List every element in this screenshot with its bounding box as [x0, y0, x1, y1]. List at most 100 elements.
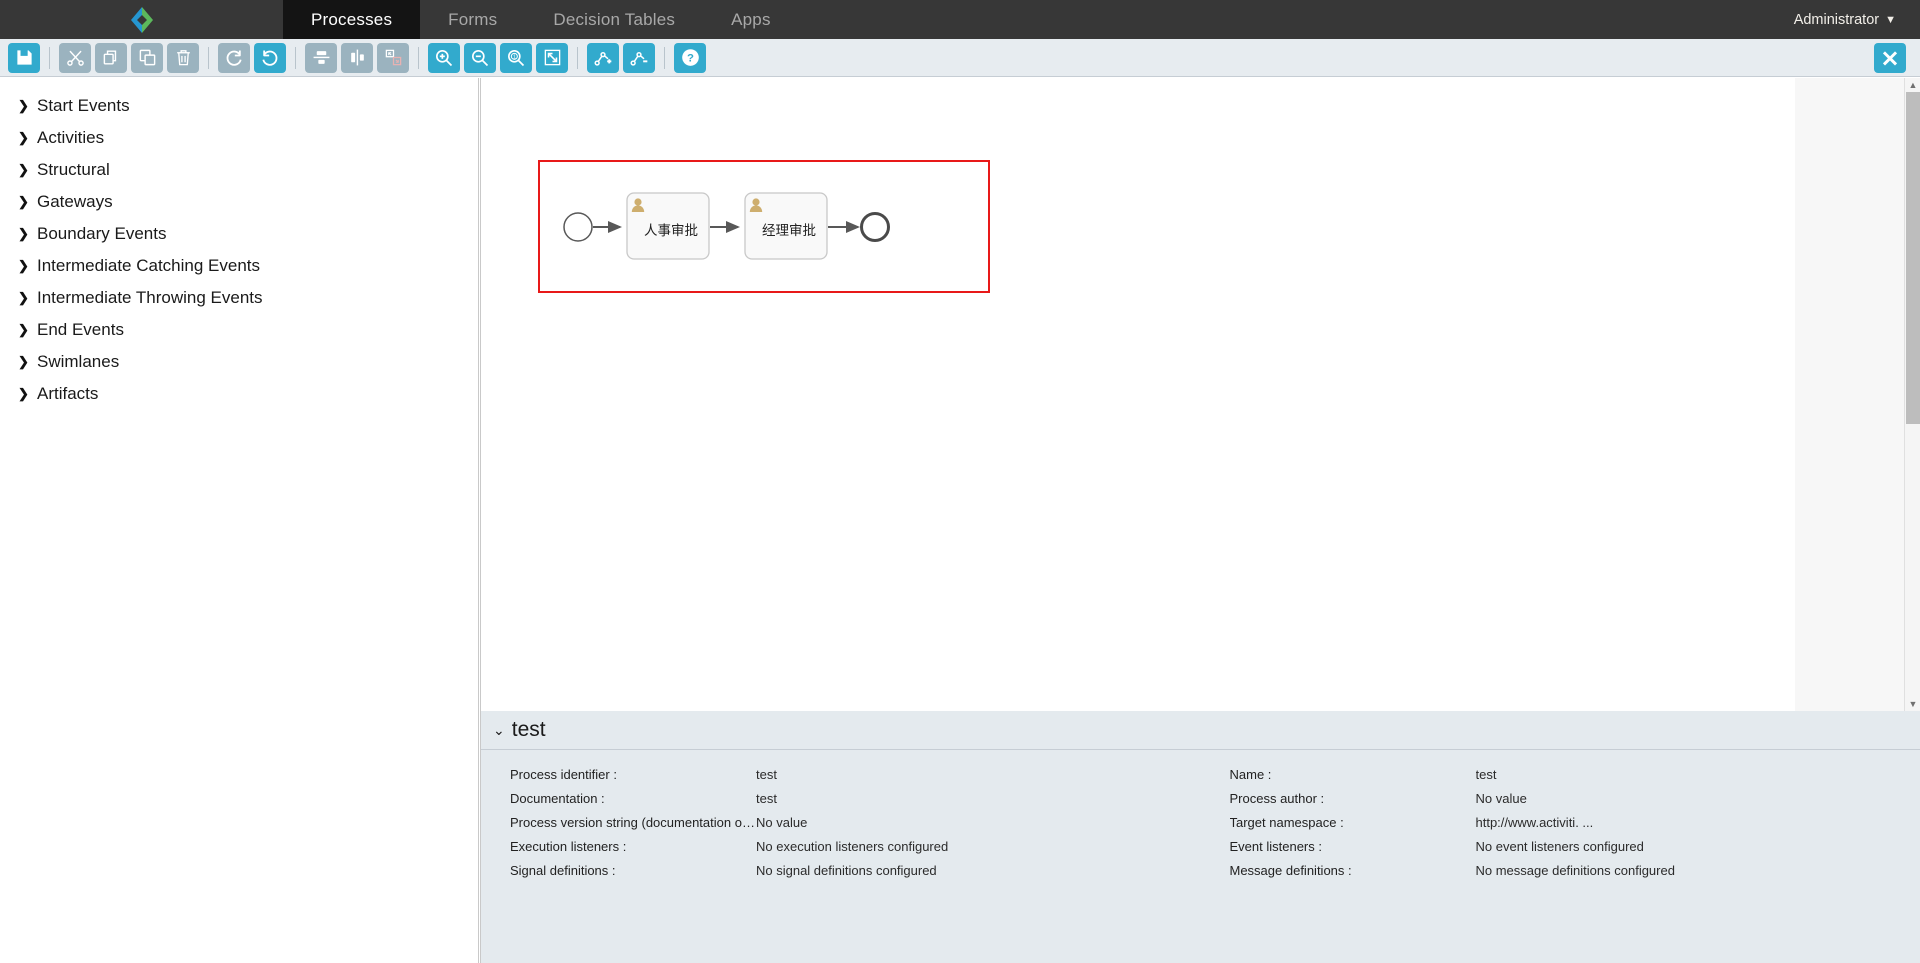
align-horizontal-icon	[350, 49, 364, 66]
property-value[interactable]: No message definitions configured	[1476, 859, 1920, 883]
chevron-right-icon: ❯	[18, 98, 29, 113]
canvas-vertical-scrollbar[interactable]: ▲ ▼	[1904, 78, 1920, 711]
tab-forms-label: Forms	[448, 9, 498, 29]
zoom-actual-button[interactable]: 1	[500, 42, 532, 73]
property-label: Documentation :	[510, 791, 605, 806]
properties-column-left: Process identifier : Documentation : Pro…	[481, 763, 1201, 883]
property-value[interactable]: test	[756, 787, 1201, 811]
chevron-right-icon: ❯	[18, 290, 29, 305]
properties-panel-header[interactable]: ⌄ test	[481, 711, 1920, 750]
paste-button[interactable]	[131, 42, 163, 73]
property-label: Message definitions :	[1229, 863, 1352, 878]
scrollbar-thumb[interactable]	[1906, 92, 1920, 424]
chevron-down-icon: ⌄	[493, 721, 505, 738]
property-label: Process version string (documentation on…	[510, 815, 756, 830]
close-editor-button[interactable]	[1874, 42, 1906, 73]
property-value[interactable]: test	[1476, 763, 1920, 787]
palette-group-label: Swimlanes	[37, 352, 120, 371]
zoom-fit-icon	[544, 49, 560, 66]
save-button[interactable]	[8, 42, 40, 73]
add-bendpoint-button[interactable]	[587, 42, 619, 73]
properties-panel-title: test	[511, 718, 546, 741]
palette-group-intermediate-throwing-events[interactable]: ❯ Intermediate Throwing Events	[0, 282, 478, 314]
palette-group-boundary-events[interactable]: ❯ Boundary Events	[0, 218, 478, 250]
property-value[interactable]: No value	[1476, 787, 1920, 811]
palette-group-label: Artifacts	[37, 384, 99, 403]
editor-toolbar: 1 ?	[0, 39, 1920, 77]
chevron-right-icon: ❯	[18, 194, 29, 209]
property-value[interactable]: http://www.activiti. ...	[1476, 811, 1920, 835]
property-value[interactable]: No value	[756, 811, 1201, 835]
zoom-out-button[interactable]	[464, 42, 496, 73]
property-value[interactable]: No signal definitions configured	[756, 859, 1201, 883]
property-value[interactable]: No event listeners configured	[1476, 835, 1920, 859]
scroll-down-arrow-icon[interactable]: ▼	[1905, 697, 1920, 711]
delete-button[interactable]	[167, 42, 199, 73]
palette-group-activities[interactable]: ❯ Activities	[0, 122, 478, 154]
question-mark-icon: ?	[681, 49, 699, 66]
undo-button[interactable]	[254, 42, 286, 73]
stencil-palette: ❯ Start Events ❯ Activities ❯ Structural…	[0, 78, 479, 963]
tab-apps-label: Apps	[731, 9, 771, 29]
user-menu[interactable]: Administrator ▼	[1794, 0, 1920, 39]
zoom-in-button[interactable]	[428, 42, 460, 73]
same-size-button[interactable]	[377, 42, 409, 73]
zoom-out-icon	[472, 49, 489, 66]
align-horizontal-button[interactable]	[341, 42, 373, 73]
cut-button[interactable]	[59, 42, 91, 73]
property-label: Name :	[1229, 767, 1272, 782]
app-logo[interactable]	[0, 0, 283, 39]
align-vertical-icon	[313, 51, 329, 64]
primary-tabs: Processes Forms Decision Tables Apps	[283, 0, 799, 47]
property-value[interactable]: No execution listeners configured	[756, 835, 1201, 859]
palette-group-swimlanes[interactable]: ❯ Swimlanes	[0, 346, 478, 378]
diagram-canvas[interactable]: 人事审批 经理审批 ▲ ▼	[480, 78, 1920, 711]
chevron-right-icon: ❯	[18, 162, 29, 177]
zoom-actual-size-icon: 1	[508, 49, 525, 66]
tab-decision-tables[interactable]: Decision Tables	[525, 0, 703, 39]
property-value[interactable]: test	[756, 763, 1201, 787]
toolbar-separator	[577, 46, 578, 69]
properties-grid: Process identifier : Documentation : Pro…	[481, 750, 1920, 883]
chevron-right-icon: ❯	[18, 354, 29, 369]
palette-group-intermediate-catching-events[interactable]: ❯ Intermediate Catching Events	[0, 250, 478, 282]
help-button[interactable]: ?	[674, 42, 706, 73]
user-task-manager-label: 经理审批	[762, 223, 816, 239]
toolbar-separator	[418, 46, 419, 69]
palette-group-structural[interactable]: ❯ Structural	[0, 154, 478, 186]
palette-group-end-events[interactable]: ❯ End Events	[0, 314, 478, 346]
copy-button[interactable]	[95, 42, 127, 73]
toolbar-separator	[664, 46, 665, 69]
properties-values-left: test test No value No execution listener…	[756, 763, 1201, 883]
diagram-canvas-surface[interactable]: 人事审批 经理审批	[481, 78, 1795, 711]
activiti-diamond-logo-icon	[130, 6, 153, 33]
scroll-up-arrow-icon[interactable]: ▲	[1905, 78, 1920, 92]
chevron-right-icon: ❯	[18, 130, 29, 145]
canvas-gutter	[1795, 78, 1905, 711]
toolbar-separator	[295, 46, 296, 69]
tab-apps[interactable]: Apps	[703, 0, 799, 39]
palette-group-label: Intermediate Catching Events	[37, 256, 261, 275]
add-bendpoint-icon	[594, 51, 612, 66]
palette-group-start-events[interactable]: ❯ Start Events	[0, 90, 478, 122]
tab-decision-tables-label: Decision Tables	[553, 9, 676, 29]
chevron-right-icon: ❯	[18, 258, 29, 273]
align-vertical-button[interactable]	[305, 42, 337, 73]
chevron-right-icon: ❯	[18, 226, 29, 241]
zoom-fit-button[interactable]	[536, 42, 568, 73]
palette-group-gateways[interactable]: ❯ Gateways	[0, 186, 478, 218]
palette-group-label: Gateways	[37, 192, 113, 211]
palette-group-artifacts[interactable]: ❯ Artifacts	[0, 378, 478, 410]
scissors-icon	[66, 50, 84, 66]
redo-button[interactable]	[218, 42, 250, 73]
property-label: Target namespace :	[1229, 815, 1344, 830]
copy-icon	[103, 50, 116, 65]
palette-group-label: Intermediate Throwing Events	[37, 288, 263, 307]
remove-bendpoint-button[interactable]	[623, 42, 655, 73]
properties-panel: ⌄ test Process identifier : Documentatio…	[480, 711, 1920, 963]
top-navigation-bar: Processes Forms Decision Tables Apps Adm…	[0, 0, 1920, 47]
tab-forms[interactable]: Forms	[420, 0, 525, 39]
tab-processes[interactable]: Processes	[283, 0, 421, 47]
paste-icon	[139, 49, 155, 66]
